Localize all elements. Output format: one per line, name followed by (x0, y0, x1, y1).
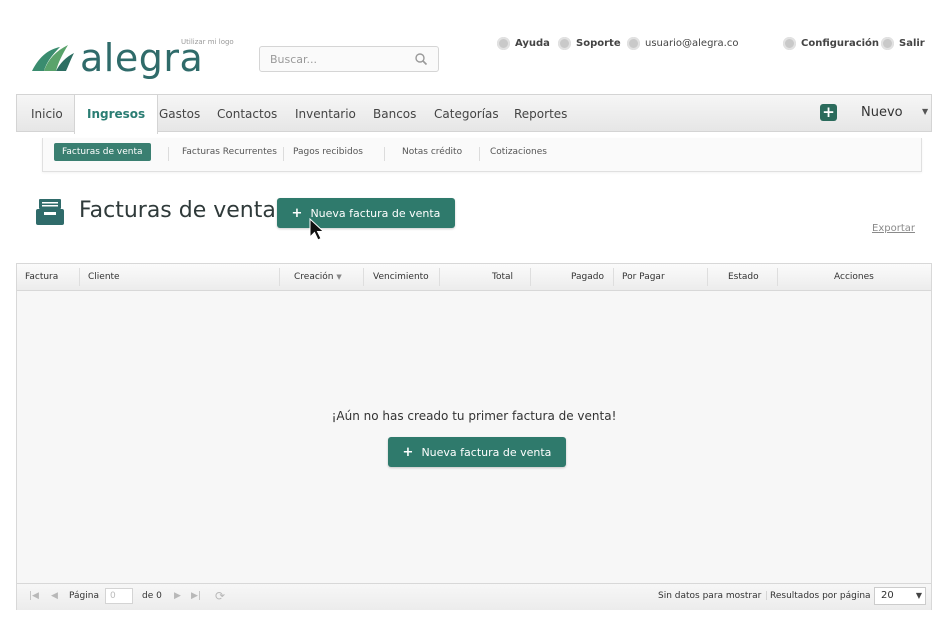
divider (279, 268, 280, 286)
divider (363, 268, 364, 286)
divider (479, 147, 480, 161)
prev-page-icon[interactable]: ◀ (51, 591, 58, 601)
logo-tagline-link[interactable]: Utilizar mi logo (181, 38, 234, 46)
column-header-pagado[interactable]: Pagado (571, 264, 604, 290)
divider (168, 147, 169, 161)
divider (613, 268, 614, 286)
column-header-factura[interactable]: Factura (25, 264, 58, 290)
chevron-down-icon: ▼ (915, 591, 922, 600)
support-link[interactable]: Soporte (558, 37, 621, 50)
user-icon (627, 37, 640, 50)
help-icon (497, 37, 510, 50)
support-icon (558, 37, 571, 50)
column-header-por-pagar[interactable]: Por Pagar (622, 264, 665, 290)
refresh-icon[interactable]: ⟳ (215, 589, 225, 603)
logout-link[interactable]: Salir (881, 37, 925, 50)
nuevo-dropdown-button[interactable]: + Nuevo ▼ (820, 104, 928, 121)
help-link[interactable]: Ayuda (497, 37, 550, 50)
logo-leaves-icon (32, 45, 74, 71)
search-box (259, 46, 439, 72)
column-header-creacion[interactable]: Creación ▼ (294, 264, 342, 290)
sub-nav: Facturas de venta Facturas Recurrentes P… (42, 138, 922, 172)
empty-state-message: ¡Aún no has creado tu primer factura de … (331, 409, 617, 423)
logout-icon (881, 37, 894, 50)
per-page-value: 20 (881, 590, 894, 601)
table-header: Factura Cliente Creación ▼ Vencimiento T… (17, 264, 931, 291)
divider: | (765, 591, 769, 601)
column-header-estado[interactable]: Estado (728, 264, 759, 290)
gear-icon (783, 37, 796, 50)
plus-icon: + (402, 444, 414, 460)
divider (283, 147, 284, 161)
per-page-select[interactable]: 20 ▼ (874, 587, 926, 605)
subnav-item-cotizaciones[interactable]: Cotizaciones (490, 147, 547, 157)
subnav-item-notas-credito[interactable]: Notas crédito (402, 147, 462, 157)
nav-item-inventario[interactable]: Inventario (295, 95, 356, 133)
chevron-down-icon: ▼ (922, 107, 929, 116)
export-link[interactable]: Exportar (872, 223, 915, 234)
divider (707, 268, 708, 286)
column-header-vencimiento[interactable]: Vencimiento (373, 264, 429, 290)
main-nav: Inicio Ingresos Gastos Contactos Inventa… (16, 94, 932, 134)
column-header-creacion-label: Creación (294, 272, 334, 282)
user-email: usuario@alegra.co (645, 38, 739, 49)
mouse-cursor-icon (309, 218, 325, 241)
plus-icon: + (291, 205, 303, 221)
nav-item-contactos[interactable]: Contactos (217, 95, 277, 133)
page-total-label: de 0 (142, 591, 162, 601)
nuevo-label: Nuevo (861, 105, 903, 120)
nav-item-categorias[interactable]: Categorías (434, 95, 499, 133)
divider (439, 268, 440, 286)
no-data-label: Sin datos para mostrar (658, 591, 762, 601)
new-invoice-button[interactable]: + Nueva factura de venta (277, 198, 455, 228)
sort-down-icon: ▼ (336, 273, 342, 281)
nav-item-ingresos[interactable]: Ingresos (74, 95, 159, 134)
subnav-item-facturas-venta[interactable]: Facturas de venta (54, 143, 151, 161)
logout-label: Salir (899, 38, 925, 49)
last-page-icon[interactable]: ▶| (191, 591, 201, 601)
first-page-icon[interactable]: |◀ (29, 591, 39, 601)
nav-item-reportes[interactable]: Reportes (514, 95, 567, 133)
empty-state-button-label: Nueva factura de venta (421, 445, 552, 459)
invoice-tray-icon (36, 199, 64, 225)
column-header-total[interactable]: Total (492, 264, 513, 290)
divider (530, 268, 531, 286)
plus-icon: + (820, 104, 837, 121)
search-icon[interactable] (414, 52, 428, 66)
page-number-input[interactable]: 0 (105, 588, 133, 604)
settings-label: Configuración (801, 38, 880, 49)
user-link[interactable]: usuario@alegra.co (627, 37, 738, 50)
search-input[interactable] (260, 47, 410, 71)
divider (79, 268, 80, 286)
per-page-label: Resultados por página (770, 591, 871, 601)
help-label: Ayuda (515, 38, 550, 49)
nav-item-inicio[interactable]: Inicio (31, 95, 63, 133)
nav-item-bancos[interactable]: Bancos (373, 95, 416, 133)
next-page-icon[interactable]: ▶ (174, 591, 181, 601)
subnav-item-pagos-recibidos[interactable]: Pagos recibidos (293, 147, 363, 157)
nav-item-gastos[interactable]: Gastos (159, 95, 200, 133)
support-label: Soporte (576, 38, 621, 49)
empty-state-new-invoice-button[interactable]: + Nueva factura de venta (388, 437, 566, 467)
pagination-bar: |◀ ◀ Página 0 de 0 ▶ ▶| ⟳ Sin datos para… (17, 583, 931, 610)
page-label: Página (69, 591, 99, 601)
app-window: alegra Utilizar mi logo Ayuda Soporte us… (0, 0, 952, 642)
settings-link[interactable]: Configuración (783, 37, 879, 50)
column-header-cliente[interactable]: Cliente (88, 264, 120, 290)
divider (777, 268, 778, 286)
subnav-item-facturas-recurrentes[interactable]: Facturas Recurrentes (182, 147, 277, 157)
new-invoice-button-label: Nueva factura de venta (310, 206, 441, 220)
invoices-table: Factura Cliente Creación ▼ Vencimiento T… (16, 263, 932, 610)
logo[interactable]: alegra (30, 36, 203, 80)
column-header-acciones: Acciones (834, 272, 874, 282)
page-title: Facturas de venta (79, 198, 276, 223)
divider (384, 147, 385, 161)
